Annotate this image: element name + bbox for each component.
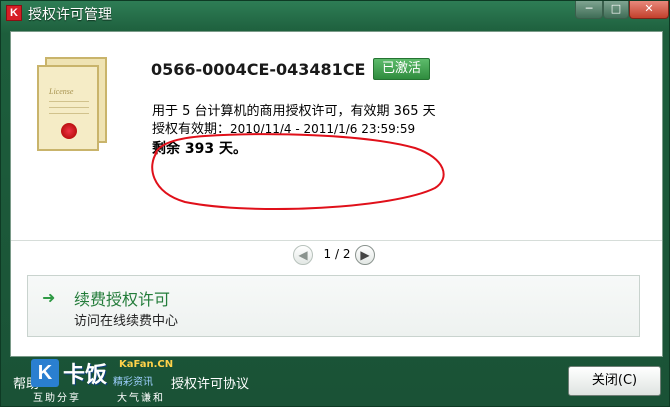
page-indicator: 1 / 2 xyxy=(323,247,351,261)
certificate-line xyxy=(49,107,89,108)
close-button[interactable]: 关闭(C) xyxy=(568,366,661,396)
validity-range: 2010/11/4 - 2011/1/6 23:59:59 xyxy=(230,122,416,136)
license-remaining: 剩余 393 天。 xyxy=(152,141,247,157)
certificate-icon: License xyxy=(37,57,109,153)
status-badge: 已激活 xyxy=(373,58,431,80)
maximize-button[interactable]: □ xyxy=(603,1,629,19)
certificate-label: License xyxy=(49,87,74,96)
kafan-logo: K xyxy=(31,359,59,387)
pager-divider xyxy=(11,240,662,241)
watermark-slogan: 大气谦和 xyxy=(117,393,165,404)
certificate-seal-icon xyxy=(61,123,77,139)
license-key: 0566-0004CE-043481CE xyxy=(151,60,366,79)
prev-page-button[interactable]: ◀ xyxy=(293,245,313,265)
renew-license-link[interactable]: ➜ 续费授权许可 访问在线续费中心 xyxy=(27,275,640,337)
arrow-right-icon: ➜ xyxy=(42,288,56,307)
pager: ◀ 1 / 2 ▶ xyxy=(265,242,405,268)
watermark-slogan: 互助分享 xyxy=(33,393,81,404)
watermark-name: 卡饭 xyxy=(63,363,108,388)
license-window: K 授权许可管理 ─ □ ✕ License 0566-0004CE-04348… xyxy=(0,0,670,407)
certificate-front-sheet: License xyxy=(37,65,99,151)
watermark-site: KaFan.CN xyxy=(119,359,174,370)
license-usage: 用于 5 台计算机的商用授权许可，有效期 365 天 xyxy=(152,104,436,119)
next-page-button[interactable]: ▶ xyxy=(355,245,375,265)
kaspersky-icon: K xyxy=(6,5,22,21)
certificate-line xyxy=(49,101,89,102)
watermark-sub: 精彩资讯 xyxy=(113,377,153,388)
renew-title: 续费授权许可 xyxy=(74,290,171,309)
kafan-watermark: K 卡饭 KaFan.CN 精彩资讯 互助分享 大气谦和 xyxy=(31,357,221,404)
license-panel: License 0566-0004CE-043481CE 已激活 用于 5 台计… xyxy=(10,31,663,357)
renew-subtitle: 访问在线续费中心 xyxy=(74,314,179,329)
minimize-button[interactable]: ─ xyxy=(575,1,603,19)
license-validity: 授权有效期：2010/11/4 - 2011/1/6 23:59:59 xyxy=(152,118,415,137)
certificate-line xyxy=(49,113,89,114)
title-bar: K 授权许可管理 ─ □ ✕ xyxy=(1,1,670,25)
window-title: 授权许可管理 xyxy=(28,7,112,23)
validity-label: 授权有效期： xyxy=(152,122,231,137)
close-window-button[interactable]: ✕ xyxy=(629,1,669,19)
